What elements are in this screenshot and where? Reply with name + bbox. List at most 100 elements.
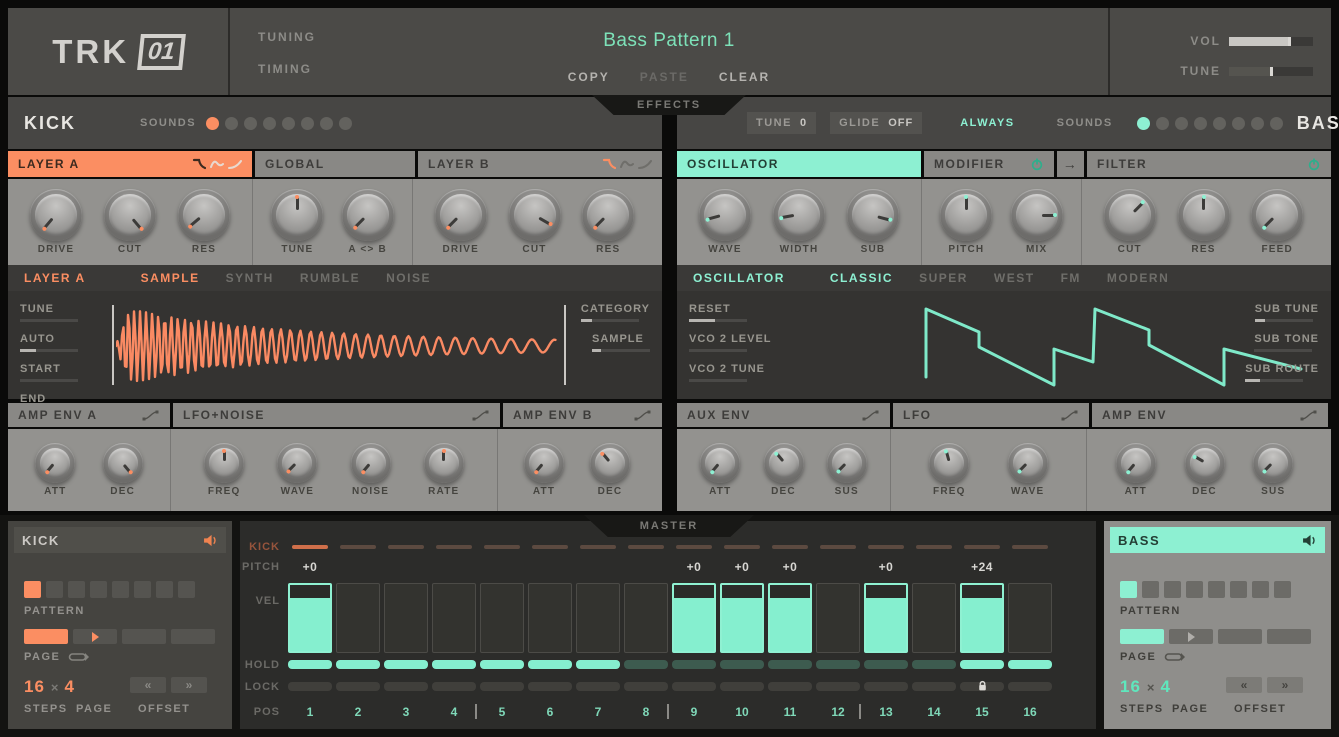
lock-step-1[interactable] bbox=[288, 682, 332, 691]
vel-step-7[interactable] bbox=[576, 583, 620, 653]
pitch-knob[interactable]: PITCH bbox=[940, 189, 992, 255]
pattern-slot-7[interactable] bbox=[1252, 581, 1269, 598]
hold-step-15[interactable] bbox=[960, 660, 1004, 669]
bass-pages-value[interactable]: 4 bbox=[1161, 677, 1171, 697]
vel-step-9[interactable] bbox=[672, 583, 716, 653]
clear-button[interactable]: CLEAR bbox=[719, 70, 770, 84]
cut-knob[interactable]: CUT bbox=[509, 189, 561, 255]
hold-step-2[interactable] bbox=[336, 660, 380, 669]
pattern-slot-7[interactable] bbox=[156, 581, 173, 598]
pattern-slot-1[interactable] bbox=[24, 581, 41, 598]
res-knob[interactable]: RES bbox=[1178, 189, 1230, 255]
sound-slot-4[interactable] bbox=[263, 117, 276, 130]
hold-step-7[interactable] bbox=[576, 660, 620, 669]
pattern-slot-3[interactable] bbox=[1164, 581, 1181, 598]
width-knob[interactable]: WIDTH bbox=[773, 189, 825, 255]
vel-step-16[interactable] bbox=[1008, 583, 1052, 653]
freq-knob[interactable]: FREQ bbox=[929, 443, 969, 497]
sound-slot-1[interactable] bbox=[206, 117, 219, 130]
kick-trigger-step-16[interactable] bbox=[1008, 543, 1052, 551]
page-slot-4[interactable] bbox=[171, 629, 215, 644]
sub-knob[interactable]: SUB bbox=[847, 189, 899, 255]
kick-trigger-step-9[interactable] bbox=[672, 543, 716, 551]
tab-master[interactable]: MASTER bbox=[584, 515, 754, 537]
auto-param[interactable]: AUTO bbox=[20, 329, 78, 352]
kick-trigger-step-13[interactable] bbox=[864, 543, 908, 551]
wave-knob[interactable]: WAVE bbox=[1008, 443, 1048, 497]
page-slot-1[interactable] bbox=[1120, 629, 1164, 644]
pitch-step-3[interactable] bbox=[384, 559, 428, 575]
pitch-step-13[interactable]: +0 bbox=[864, 559, 908, 575]
vel-step-12[interactable] bbox=[816, 583, 860, 653]
wave-knob[interactable]: WAVE bbox=[699, 189, 751, 255]
wave-knob[interactable]: WAVE bbox=[277, 443, 317, 497]
vel-step-2[interactable] bbox=[336, 583, 380, 653]
hold-step-8[interactable] bbox=[624, 660, 668, 669]
pitch-step-7[interactable] bbox=[576, 559, 620, 575]
category-param[interactable]: CATEGORY bbox=[581, 299, 650, 322]
vol-slider[interactable] bbox=[1229, 37, 1313, 46]
modifier-power-icon[interactable] bbox=[1030, 157, 1044, 171]
bass-glide-control[interactable]: GLIDE OFF bbox=[830, 112, 922, 134]
pattern-slot-4[interactable] bbox=[90, 581, 107, 598]
tab-layer-b[interactable]: LAYER B bbox=[418, 151, 662, 177]
hold-step-10[interactable] bbox=[720, 660, 764, 669]
att-knob[interactable]: ATT bbox=[35, 443, 75, 497]
subtab-rumble[interactable]: RUMBLE bbox=[300, 271, 360, 285]
tune-slider[interactable] bbox=[20, 319, 78, 322]
lock-step-8[interactable] bbox=[624, 682, 668, 691]
freq-knob[interactable]: FREQ bbox=[204, 443, 244, 497]
tab-layer-a[interactable]: LAYER A bbox=[8, 151, 252, 177]
subtab-west[interactable]: WEST bbox=[994, 271, 1035, 285]
pitch-step-8[interactable] bbox=[624, 559, 668, 575]
pitch-step-16[interactable] bbox=[1008, 559, 1052, 575]
att-knob[interactable]: ATT bbox=[700, 443, 740, 497]
kick-trigger-step-15[interactable] bbox=[960, 543, 1004, 551]
kick-trigger-step-14[interactable] bbox=[912, 543, 956, 551]
lock-step-16[interactable] bbox=[1008, 682, 1052, 691]
sub-tune-slider[interactable] bbox=[1255, 319, 1313, 322]
bass-seq-header[interactable]: BASS bbox=[1110, 527, 1325, 553]
pitch-step-15[interactable]: +24 bbox=[960, 559, 1004, 575]
bass-page-loop-icon[interactable] bbox=[1164, 652, 1186, 662]
sound-slot-7[interactable] bbox=[320, 117, 333, 130]
tab-effects[interactable]: EFFECTS bbox=[592, 95, 746, 115]
dec-knob[interactable]: DEC bbox=[1185, 443, 1225, 497]
sub-tone-slider[interactable] bbox=[1254, 349, 1312, 352]
rate-knob[interactable]: RATE bbox=[424, 443, 464, 497]
lock-step-14[interactable] bbox=[912, 682, 956, 691]
sound-slot-1[interactable] bbox=[1137, 117, 1150, 130]
att-knob[interactable]: ATT bbox=[524, 443, 564, 497]
lock-step-15[interactable] bbox=[960, 682, 1004, 691]
dec-knob[interactable]: DEC bbox=[590, 443, 630, 497]
kick-trigger-step-1[interactable] bbox=[288, 543, 332, 551]
hold-step-11[interactable] bbox=[768, 660, 812, 669]
tune-knob[interactable]: TUNE bbox=[271, 189, 323, 255]
noise-knob[interactable]: NOISE bbox=[351, 443, 391, 497]
subtab-synth[interactable]: SYNTH bbox=[226, 271, 274, 285]
vel-step-1[interactable] bbox=[288, 583, 332, 653]
page-slot-3[interactable] bbox=[122, 629, 166, 644]
res-knob[interactable]: RES bbox=[582, 189, 634, 255]
pattern-slot-5[interactable] bbox=[1208, 581, 1225, 598]
modifier-route-arrow[interactable]: → bbox=[1057, 151, 1084, 177]
kick-offset-left-button[interactable]: « bbox=[130, 677, 166, 693]
pattern-slot-3[interactable] bbox=[68, 581, 85, 598]
vco-2-tune-param[interactable]: VCO 2 TUNE bbox=[689, 359, 765, 382]
sound-slot-3[interactable] bbox=[1175, 117, 1188, 130]
subtab-classic[interactable]: CLASSIC bbox=[830, 271, 893, 285]
hold-step-6[interactable] bbox=[528, 660, 572, 669]
subtab-modern[interactable]: MODERN bbox=[1107, 271, 1169, 285]
hold-step-3[interactable] bbox=[384, 660, 428, 669]
drive-knob[interactable]: DRIVE bbox=[30, 189, 82, 255]
start-slider[interactable] bbox=[20, 379, 78, 382]
lock-step-11[interactable] bbox=[768, 682, 812, 691]
subtab-fm[interactable]: FM bbox=[1061, 271, 1081, 285]
lock-step-9[interactable] bbox=[672, 682, 716, 691]
vel-step-6[interactable] bbox=[528, 583, 572, 653]
page-slot-3[interactable] bbox=[1218, 629, 1262, 644]
kick-trigger-step-7[interactable] bbox=[576, 543, 620, 551]
pattern-slot-8[interactable] bbox=[178, 581, 195, 598]
pitch-step-11[interactable]: +0 bbox=[768, 559, 812, 575]
sound-slot-6[interactable] bbox=[301, 117, 314, 130]
